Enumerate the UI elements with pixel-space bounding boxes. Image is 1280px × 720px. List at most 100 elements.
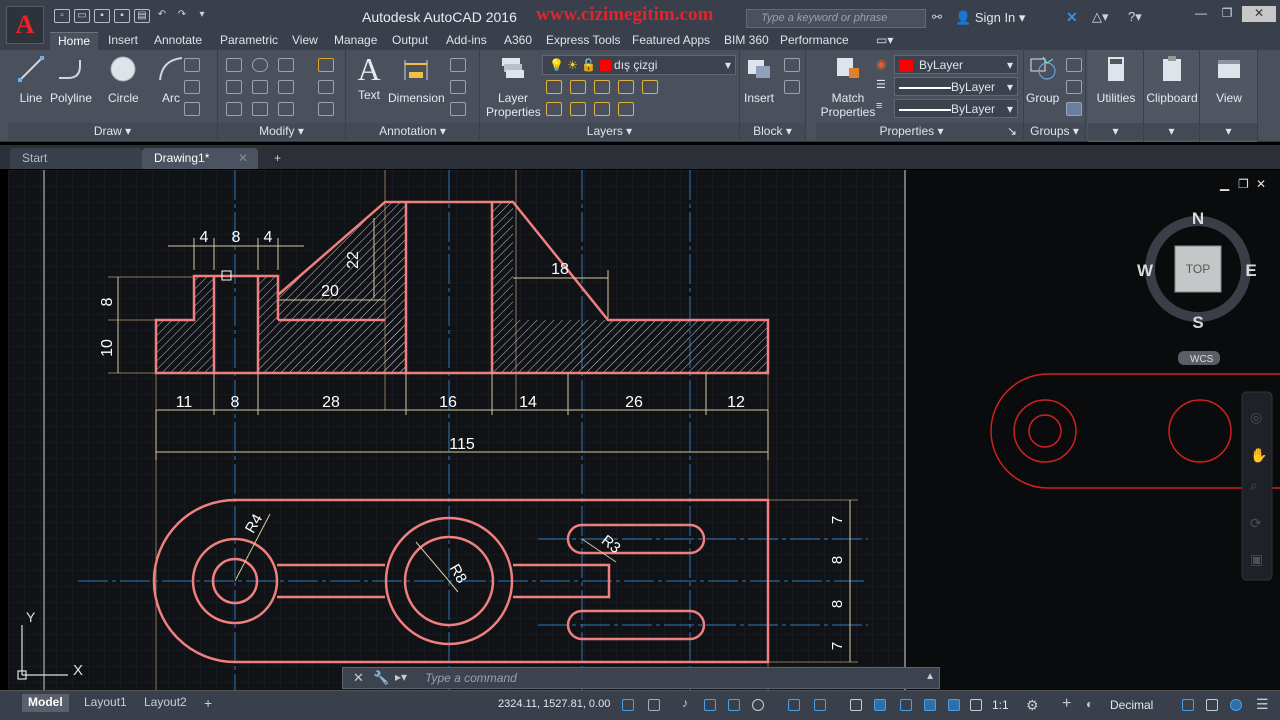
plus-icon[interactable]: + [1062, 695, 1071, 713]
ribbon-tab-express-tools[interactable]: Express Tools [538, 32, 628, 50]
insert-button[interactable]: Insert [744, 54, 774, 105]
layer-tool-icon[interactable] [618, 80, 634, 94]
line-button[interactable]: Line [16, 54, 46, 105]
ribbon-tab-manage[interactable]: Manage [326, 32, 385, 50]
quick-properties-icon[interactable] [1182, 699, 1194, 711]
tab-start[interactable]: Start [10, 148, 142, 169]
ribbon-tab-parametric[interactable]: Parametric [212, 32, 286, 50]
compass-s[interactable]: S [1192, 313, 1203, 332]
ribbon-tab-insert[interactable]: Insert [100, 32, 146, 50]
layer-tool-icon[interactable] [618, 102, 634, 116]
restore-button[interactable]: ❐ [1214, 6, 1240, 22]
utilities-button[interactable]: Utilities [1092, 54, 1140, 105]
table-icon[interactable] [450, 102, 466, 116]
vp-close-icon[interactable]: ✕ [1256, 177, 1266, 191]
move-icon[interactable] [226, 58, 242, 72]
new-icon[interactable]: ▫ [54, 9, 70, 23]
help-icon[interactable]: ?▾ [1128, 9, 1142, 25]
color-dropdown[interactable]: ByLayer ▾ [894, 55, 1018, 74]
close-tab-icon[interactable]: ✕ [238, 151, 248, 165]
draw-panel-title[interactable]: Draw ▾ [8, 123, 217, 140]
steering-wheel-icon[interactable]: ◎ [1250, 410, 1262, 426]
save-as-icon[interactable]: ▪ [114, 9, 130, 23]
layer-tool-icon[interactable] [642, 80, 658, 94]
customize-icon[interactable]: 🔧 [373, 670, 389, 686]
block-panel-title[interactable]: Block ▾ [740, 123, 805, 140]
group-select-icon[interactable] [1066, 102, 1082, 116]
layers-panel-title[interactable]: Layers ▾ [480, 123, 739, 140]
exchange-icon[interactable]: ✕ [1066, 9, 1078, 26]
layer-properties-button[interactable]: Layer Properties [486, 54, 541, 119]
a360-icon[interactable]: △▾ [1092, 9, 1109, 25]
object-snap-icon[interactable] [814, 699, 826, 711]
clipboard-button[interactable]: Clipboard [1146, 54, 1198, 105]
copy-icon[interactable] [226, 80, 242, 94]
layer-tool-icon[interactable] [570, 80, 586, 94]
new-tab-button[interactable]: + [262, 148, 290, 169]
layer-dropdown[interactable]: 💡 ☀ 🔓 dış çizgi ▾ [542, 55, 736, 75]
ungroup-icon[interactable] [1066, 58, 1082, 72]
ribbon-tab-view[interactable]: View [284, 32, 326, 50]
undo-icon[interactable]: ↶ [154, 9, 170, 23]
coordinates-readout[interactable]: 2324.11, 1527.81, 0.00 [498, 698, 610, 710]
drawing-svg[interactable]: 4 8 4 8 10 22 20 18 11 8 28 16 14 26 12 … [8, 170, 1280, 690]
groups-panel-title[interactable]: Groups ▾ [1024, 123, 1085, 140]
properties-panel-title[interactable]: Properties ▾ ↘ [816, 123, 1023, 140]
vp-restore-icon[interactable]: ❐ [1238, 177, 1249, 191]
rectangle-icon[interactable] [184, 58, 200, 72]
annotation-visibility-icon[interactable] [924, 699, 936, 711]
compass-w[interactable]: W [1137, 261, 1154, 280]
application-menu-button[interactable]: A [6, 6, 44, 44]
group-edit-icon[interactable] [1066, 80, 1082, 94]
stretch-icon[interactable] [226, 102, 242, 116]
ribbon-tab-annotate[interactable]: Annotate [146, 32, 210, 50]
selection-cycling-icon[interactable] [900, 699, 912, 711]
drawing-canvas[interactable]: 4 8 4 8 10 22 20 18 11 8 28 16 14 26 12 … [8, 170, 1280, 690]
lock-ui-icon[interactable] [1206, 699, 1218, 711]
add-layout-button[interactable]: + [198, 694, 218, 712]
redo-icon[interactable]: ↷ [174, 9, 190, 23]
clipboard-expand[interactable]: ▾ [1144, 123, 1199, 140]
ribbon-tab-output[interactable]: Output [384, 32, 436, 50]
scale-icon[interactable] [252, 102, 268, 116]
dialog-launcher-icon[interactable]: ↘ [1007, 123, 1017, 140]
annotation-panel-title[interactable]: Annotation ▾ [346, 123, 479, 140]
tab-layout1[interactable]: Layout1 [78, 694, 133, 712]
command-history-icon[interactable]: ▲ [925, 671, 935, 682]
fillet-icon[interactable] [278, 80, 294, 94]
recent-commands-icon[interactable]: ▸▾ [395, 670, 407, 684]
search-input[interactable]: Type a keyword or phrase [746, 9, 926, 28]
ribbon-tab-add-ins[interactable]: Add-ins [438, 32, 495, 50]
ortho-icon[interactable] [728, 699, 740, 711]
ribbon-tab-home[interactable]: Home [50, 32, 99, 50]
command-line[interactable]: ✕ 🔧 ▸▾ Type a command ▲ [342, 667, 940, 689]
array-icon[interactable] [278, 102, 294, 116]
view-expand[interactable]: ▾ [1200, 123, 1257, 140]
command-input[interactable]: Type a command [425, 671, 517, 685]
close-command-icon[interactable]: ✕ [353, 670, 364, 686]
trim-icon[interactable] [278, 58, 294, 72]
minimize-button[interactable]: — [1188, 6, 1214, 22]
erase-icon[interactable] [318, 58, 334, 72]
layer-tool-icon[interactable] [546, 102, 562, 116]
save-icon[interactable]: ▪ [94, 9, 110, 23]
sign-in-button[interactable]: 👤 Sign In ▾ [955, 10, 1025, 26]
compass-n[interactable]: N [1192, 209, 1204, 228]
group-button[interactable]: Group [1026, 54, 1059, 105]
tab-layout2[interactable]: Layout2 [138, 694, 193, 712]
dynamic-input-icon[interactable] [704, 699, 716, 711]
arc-button[interactable]: Arc [156, 54, 186, 105]
leader-icon[interactable] [450, 80, 466, 94]
isolate-icon[interactable]: ◐ [1086, 697, 1093, 711]
tab-model[interactable]: Model [22, 694, 69, 712]
circle-button[interactable]: Circle [108, 54, 139, 105]
multileader-icon[interactable] [450, 58, 466, 72]
open-icon[interactable]: ▭ [74, 9, 90, 23]
polar-tracking-icon[interactable] [752, 699, 764, 711]
polyline-button[interactable]: Polyline [50, 54, 92, 105]
qat-dropdown-icon[interactable]: ▾ [194, 9, 210, 23]
showmotion-icon[interactable]: ▣ [1250, 552, 1263, 568]
ribbon-tab-bim-360[interactable]: BIM 360 [716, 32, 777, 50]
auto-scale-icon[interactable] [948, 699, 960, 711]
layer-tool-icon[interactable] [570, 102, 586, 116]
